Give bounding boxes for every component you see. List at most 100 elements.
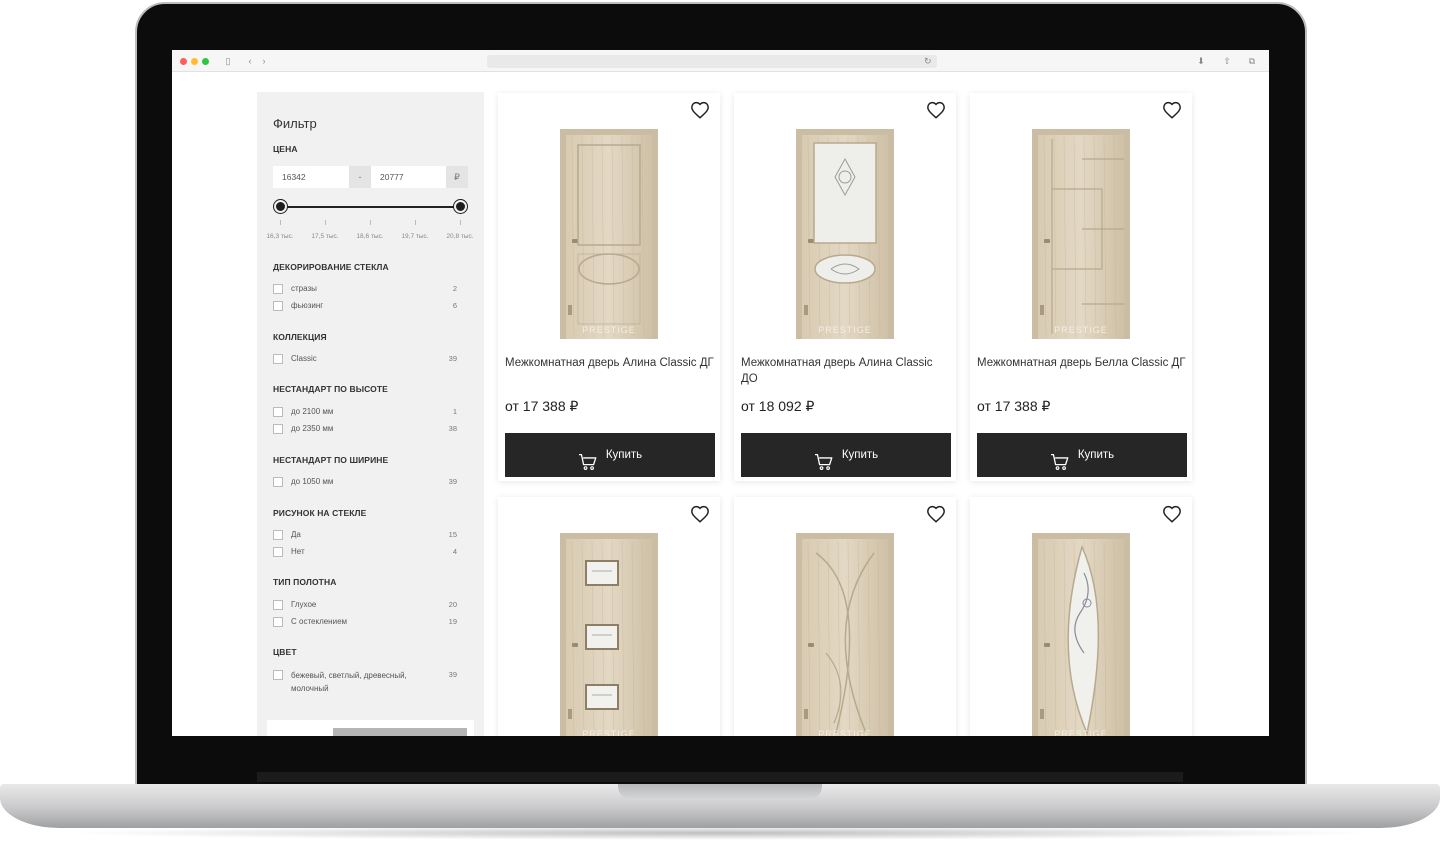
laptop-shadow (60, 826, 1380, 840)
cart-icon (1050, 446, 1070, 471)
filter-option[interactable]: Нет 4 (273, 547, 469, 559)
currency-sign: ₽ (446, 166, 468, 188)
slider-tick-label: 20,8 тыс. (446, 233, 474, 240)
zoom-window-button[interactable] (202, 58, 209, 65)
buy-button[interactable]: Купить (505, 433, 715, 477)
slider-tick-label: 19,7 тыс. (401, 233, 429, 240)
favorite-heart-icon[interactable] (690, 505, 710, 523)
product-price: от 17 388 ₽ (977, 398, 1051, 414)
browser-window: ▯ ‹ › ↻ ⬇ ⇧ ⧉ Фильтр ЦЕНА 16342 - 20777 … (172, 50, 1269, 736)
option-count: 39 (448, 670, 457, 679)
forward-icon[interactable]: › (258, 56, 270, 66)
filter-option[interactable]: стразы 2 (273, 284, 469, 296)
cart-icon (814, 446, 834, 471)
section-title-glass-pattern: РИСУНОК НА СТЕКЛЕ (273, 508, 367, 518)
checkbox[interactable] (273, 600, 283, 610)
laptop-hinge (257, 772, 1183, 782)
close-window-button[interactable] (180, 58, 187, 65)
option-count: 1 (452, 407, 457, 416)
product-price: от 17 388 ₽ (505, 398, 579, 414)
slider-tick-label: 16,3 тыс. (266, 233, 294, 240)
slider-tick (370, 220, 371, 225)
checkbox[interactable] (273, 477, 283, 487)
slider-tick-label: 17,5 тыс. (311, 233, 339, 240)
product-price: от 18 092 ₽ (741, 398, 815, 414)
option-label: Нет (291, 547, 305, 556)
checkbox[interactable] (273, 354, 283, 364)
product-name[interactable]: Межкомнатная дверь Белла Classic ДГ (977, 355, 1187, 371)
product-image[interactable]: PRESTIGE (1032, 533, 1130, 736)
favorite-heart-icon[interactable] (1162, 505, 1182, 523)
checkbox[interactable] (273, 284, 283, 294)
section-title-color: ЦВЕТ (273, 647, 297, 657)
svg-text:PRESTIGE: PRESTIGE (818, 729, 872, 736)
filter-option[interactable]: Глухое 20 (273, 600, 469, 612)
price-slider-max-handle[interactable] (454, 200, 467, 213)
product-image[interactable]: PRESTIGE (1032, 129, 1130, 339)
product-card[interactable]: PRESTIGE Межкомнатная дверь Белла Classic… (970, 93, 1192, 481)
filter-sidebar: Фильтр ЦЕНА 16342 - 20777 ₽ 16,3 тыс. 17… (257, 92, 484, 736)
price-max-input[interactable]: 20777 (371, 166, 446, 188)
filter-option[interactable]: С остеклением 19 (273, 617, 469, 629)
svg-text:PRESTIGE: PRESTIGE (818, 325, 872, 335)
filter-option[interactable]: Classic 39 (273, 354, 469, 366)
product-image[interactable]: PRESTIGE (560, 129, 658, 339)
product-card[interactable]: PRESTIGE Межкомнатная дверь Алина Classic… (734, 93, 956, 481)
checkbox[interactable] (273, 301, 283, 311)
minimize-window-button[interactable] (191, 58, 198, 65)
product-name[interactable]: Межкомнатная дверь Алина Classic ДО (741, 355, 951, 387)
option-label: С остеклением (291, 617, 348, 626)
option-count: 4 (452, 547, 457, 556)
product-image[interactable]: PRESTIGE (560, 533, 658, 736)
checkbox[interactable] (273, 530, 283, 540)
product-image[interactable]: PRESTIGE (796, 129, 894, 339)
product-image[interactable]: PRESTIGE (796, 533, 894, 736)
buy-button[interactable]: Купить (741, 433, 951, 477)
option-label: стразы (291, 284, 317, 293)
cart-icon (578, 446, 598, 471)
price-slider-track[interactable] (281, 206, 461, 208)
price-min-input[interactable]: 16342 (273, 166, 349, 188)
checkbox[interactable] (273, 424, 283, 434)
product-card[interactable]: PRESTIGE (498, 497, 720, 736)
product-card[interactable]: PRESTIGE (970, 497, 1192, 736)
checkbox[interactable] (273, 407, 283, 417)
product-card[interactable]: PRESTIGE (734, 497, 956, 736)
option-count: 39 (448, 477, 457, 486)
option-count: 6 (452, 301, 457, 310)
product-name[interactable]: Межкомнатная дверь Алина Classic ДГ (505, 355, 715, 371)
sidebar-toggle-icon[interactable]: ▯ (222, 56, 234, 66)
favorite-heart-icon[interactable] (690, 101, 710, 119)
favorite-heart-icon[interactable] (926, 101, 946, 119)
favorite-heart-icon[interactable] (926, 505, 946, 523)
slider-tick (415, 220, 416, 225)
filter-option[interactable]: бежевый, светлый, древесный, молочный 39 (273, 670, 469, 696)
buy-button[interactable]: Купить (977, 433, 1187, 477)
checkbox[interactable] (273, 547, 283, 557)
apply-filter-button[interactable] (333, 728, 467, 736)
browser-toolbar: ▯ ‹ › ↻ ⬇ ⇧ ⧉ (172, 50, 1269, 72)
filter-option[interactable]: до 2100 мм 1 (273, 407, 469, 419)
download-icon[interactable]: ⬇ (1195, 56, 1207, 66)
reload-icon[interactable]: ↻ (924, 55, 932, 68)
checkbox[interactable] (273, 617, 283, 627)
product-card[interactable]: PRESTIGE Межкомнатная дверь Алина Classic… (498, 93, 720, 481)
filter-option[interactable]: до 2350 мм 38 (273, 424, 469, 436)
filter-option[interactable]: Да 15 (273, 530, 469, 542)
share-icon[interactable]: ⇧ (1221, 56, 1233, 66)
option-label: бежевый, светлый, древесный, молочный (291, 669, 407, 695)
filter-option[interactable]: до 1050 мм 39 (273, 477, 469, 489)
price-slider-min-handle[interactable] (274, 200, 287, 213)
option-count: 38 (448, 424, 457, 433)
svg-text:PRESTIGE: PRESTIGE (582, 325, 636, 335)
favorite-heart-icon[interactable] (1162, 101, 1182, 119)
back-icon[interactable]: ‹ (244, 56, 256, 66)
price-separator: - (349, 166, 371, 188)
option-label: фьюзинг (291, 301, 324, 310)
laptop-notch (618, 784, 822, 800)
checkbox[interactable] (273, 670, 283, 680)
slider-tick-label: 18,6 тыс. (356, 233, 384, 240)
filter-option[interactable]: фьюзинг 6 (273, 301, 469, 313)
tabs-overview-icon[interactable]: ⧉ (1246, 56, 1258, 66)
address-bar[interactable] (487, 55, 937, 68)
